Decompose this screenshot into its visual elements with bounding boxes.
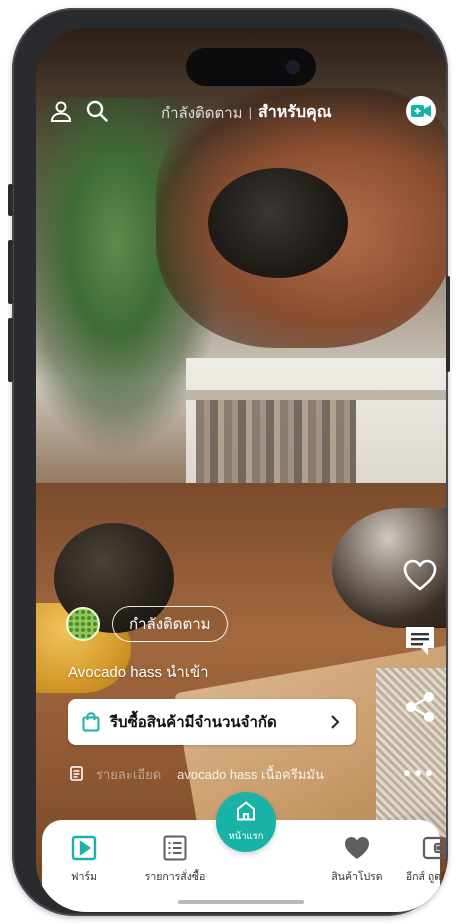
creator-row: กำลังติดตาม [66,604,228,644]
description-label: รายละเอียด [96,766,162,782]
promo-banner[interactable]: รีบซื้อสินค้ามีจำนวนจำกัด [68,699,356,745]
dot [426,770,432,776]
tab-separator: | [248,105,252,120]
tab-for-you[interactable]: สำหรับคุณ [258,100,332,125]
video-camera-icon[interactable] [406,96,436,126]
nav-label-favorites: สินค้าโปรด [331,871,383,883]
nav-item-favorites[interactable]: สินค้าโปรด [312,834,402,885]
wallet-icon [421,834,446,862]
feed-tabs: กำลังติดตาม | สำหรับคุณ [161,100,332,125]
following-button[interactable]: กำลังติดตาม [112,606,228,642]
play-box-icon [70,834,98,862]
document-icon [70,766,84,782]
home-button[interactable]: หน้าแรก [216,792,276,852]
shopping-bag-icon [80,711,102,733]
home-label: หน้าแรก [228,831,264,842]
avatar[interactable] [66,607,100,641]
comment-icon[interactable] [398,624,442,664]
nav-item-orders[interactable]: รายการสั่งซื้อ [130,834,220,885]
chevron-right-icon [330,713,344,731]
post-caption: Avocado hass นำเข้า [68,664,209,681]
top-bar: กำลังติดตาม | สำหรับคุณ [36,94,446,130]
heart-icon[interactable] [398,558,442,598]
promo-text: รีบซื้อสินค้ามีจำนวนจำกัด [110,714,277,731]
action-button [8,184,13,216]
home-icon [235,800,257,827]
nav-label-farm: ฟาร์ม [71,871,97,883]
description-text: avocado hass เนื้อครีมมัน [177,766,324,782]
volume-up-button [8,240,13,304]
search-icon[interactable] [82,96,112,126]
more-dots-icon[interactable] [404,770,432,776]
dot [415,770,421,776]
heart-icon [343,834,371,862]
screen: กำลังติดตาม | สำหรับคุณ กำลังติดตาม Avoc… [36,28,446,912]
dynamic-island [186,48,316,86]
list-icon [161,834,189,862]
tab-following[interactable]: กำลังติดตาม [161,101,243,125]
home-indicator [178,900,304,904]
front-camera [286,60,300,74]
shelf-edge [186,390,446,400]
nav-item-wallet[interactable]: อีกส์ ถูดสิเพย์ [390,834,446,885]
person-icon[interactable] [46,96,76,126]
description-row[interactable]: รายละเอียด avocado hass เนื้อครีมมัน [70,764,370,784]
nav-label-wallet: อีกส์ ถูดสิเพย์ [405,871,446,883]
nav-item-farm[interactable]: ฟาร์ม [39,834,129,885]
share-icon[interactable] [398,690,442,730]
nav-label-orders: รายการสั่งซื้อ [144,871,206,883]
dot [404,770,410,776]
avocado-in-hand [208,168,348,278]
phone-frame: กำลังติดตาม | สำหรับคุณ กำลังติดตาม Avoc… [8,8,450,916]
volume-down-button [8,318,13,382]
